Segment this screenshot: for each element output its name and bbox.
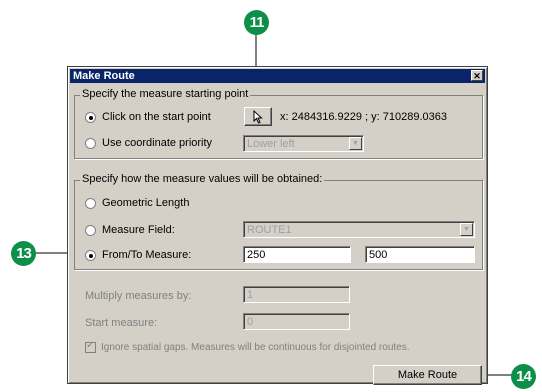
start-measure-label: Start measure: [85, 317, 158, 329]
ignore-gaps-checkbox[interactable]: Ignore spatial gaps. Measures will be co… [85, 340, 410, 354]
radio-unselected-icon [85, 137, 96, 149]
make-route-dialog: Make Route ✕ Specify the measure startin… [67, 66, 488, 385]
close-button[interactable]: ✕ [471, 70, 483, 81]
measure-field-value: ROUTE1 [247, 224, 292, 236]
measure-field-label: Measure Field: [102, 224, 175, 236]
coordinate-priority-value: Lower left [247, 138, 295, 150]
callout-13: 13 [11, 241, 36, 266]
coordinate-priority-radio[interactable]: Use coordinate priority [85, 137, 212, 149]
geometric-length-label: Geometric Length [102, 197, 190, 209]
click-start-point-label: Click on the start point [102, 111, 211, 123]
multiply-measures-input[interactable]: 1 [243, 286, 350, 303]
make-route-button[interactable]: Make Route [373, 365, 482, 385]
geometric-length-radio[interactable]: Geometric Length [85, 197, 189, 209]
arrow-cursor-icon [253, 109, 263, 124]
radio-selected-icon [85, 111, 96, 123]
callout-11: 11 [244, 10, 269, 35]
from-to-measure-radio[interactable]: From/To Measure: [85, 249, 191, 261]
coordinate-priority-select[interactable]: Lower left ▼ [243, 135, 364, 152]
coordinate-priority-label: Use coordinate priority [102, 137, 213, 149]
measure-field-select[interactable]: ROUTE1 ▼ [243, 221, 475, 238]
chevron-down-icon: ▼ [349, 137, 362, 150]
title-bar: Make Route ✕ [70, 69, 485, 83]
start-point-legend: Specify the measure starting point [80, 88, 251, 100]
window-title: Make Route [73, 70, 135, 82]
measure-source-legend: Specify how the measure values will be o… [80, 173, 325, 185]
pick-start-point-button[interactable] [244, 107, 272, 126]
checkmark-icon [85, 340, 96, 353]
from-to-measure-label: From/To Measure: [102, 249, 192, 261]
radio-unselected-icon [85, 224, 96, 236]
to-measure-input[interactable]: 500 [365, 246, 475, 263]
radio-unselected-icon [85, 197, 96, 209]
from-measure-input[interactable]: 250 [243, 246, 351, 263]
coordinates-readout: x: 2484316.9229 ; y: 710289.0363 [280, 111, 447, 123]
chevron-down-icon: ▼ [460, 223, 473, 236]
click-start-point-radio[interactable]: Click on the start point [85, 111, 211, 123]
callout-14: 14 [511, 364, 536, 389]
measure-field-radio[interactable]: Measure Field: [85, 224, 175, 236]
multiply-measures-label: Multiply measures by: [85, 290, 192, 302]
start-measure-input[interactable]: 0 [243, 313, 350, 330]
ignore-gaps-label: Ignore spatial gaps. Measures will be co… [101, 342, 410, 354]
radio-selected-icon [85, 249, 96, 261]
